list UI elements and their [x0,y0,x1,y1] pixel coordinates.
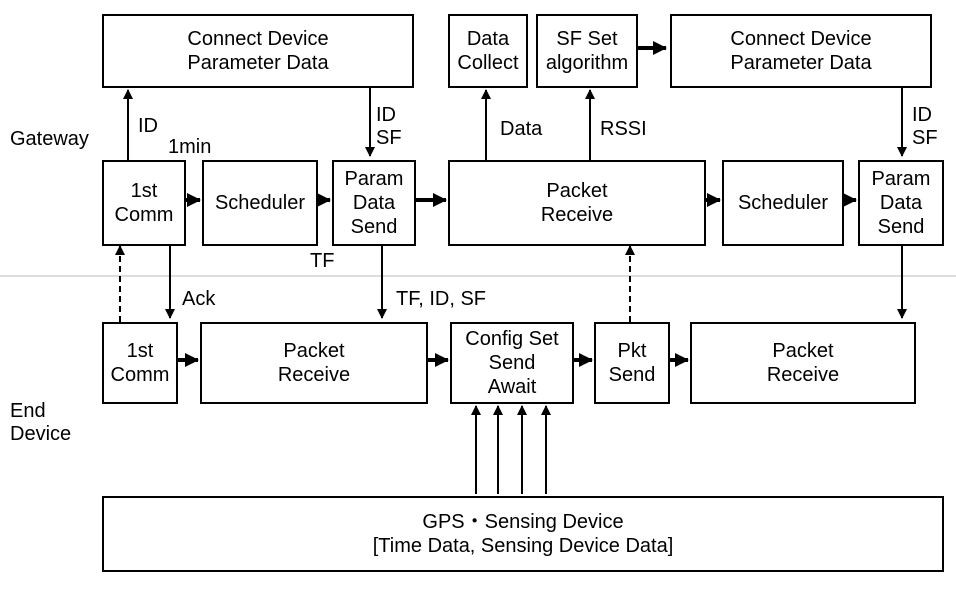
sf-set-algorithm-box: SF Set algorithm [536,14,638,88]
one-min-label: 1min [168,136,211,159]
param-data-send-2: Param Data Send [858,160,944,246]
tf-label: TF [310,250,334,273]
ack-label: Ack [182,288,215,311]
connect-device-parameter-data-1: Connect Device Parameter Data [102,14,414,88]
data-label: Data [500,118,542,141]
connect-device-parameter-data-2: Connect Device Parameter Data [670,14,932,88]
data-collect-box: Data Collect [448,14,528,88]
packet-receive-end-device-1: Packet Receive [200,322,428,404]
first-comm-gateway: 1st Comm [102,160,186,246]
packet-receive-end-device-2: Packet Receive [690,322,916,404]
rssi-label: RSSI [600,118,647,141]
scheduler-1: Scheduler [202,160,318,246]
pkt-send: Pkt Send [594,322,670,404]
gps-sensing-device: GPS・Sensing Device [Time Data, Sensing D… [102,496,944,572]
tf-id-sf-label: TF, ID, SF [396,288,486,311]
lane-divider [0,275,956,277]
id-label: ID [138,115,158,138]
packet-receive-gateway: Packet Receive [448,160,706,246]
gateway-label: Gateway [10,128,100,151]
config-set-send-await: Config Set Send Await [450,322,574,404]
first-comm-end-device: 1st Comm [102,322,178,404]
id-sf-label-1: ID SF [376,104,402,150]
param-data-send-1: Param Data Send [332,160,416,246]
end-device-label: End Device [10,400,90,446]
scheduler-2: Scheduler [722,160,844,246]
id-sf-label-2: ID SF [912,104,938,150]
